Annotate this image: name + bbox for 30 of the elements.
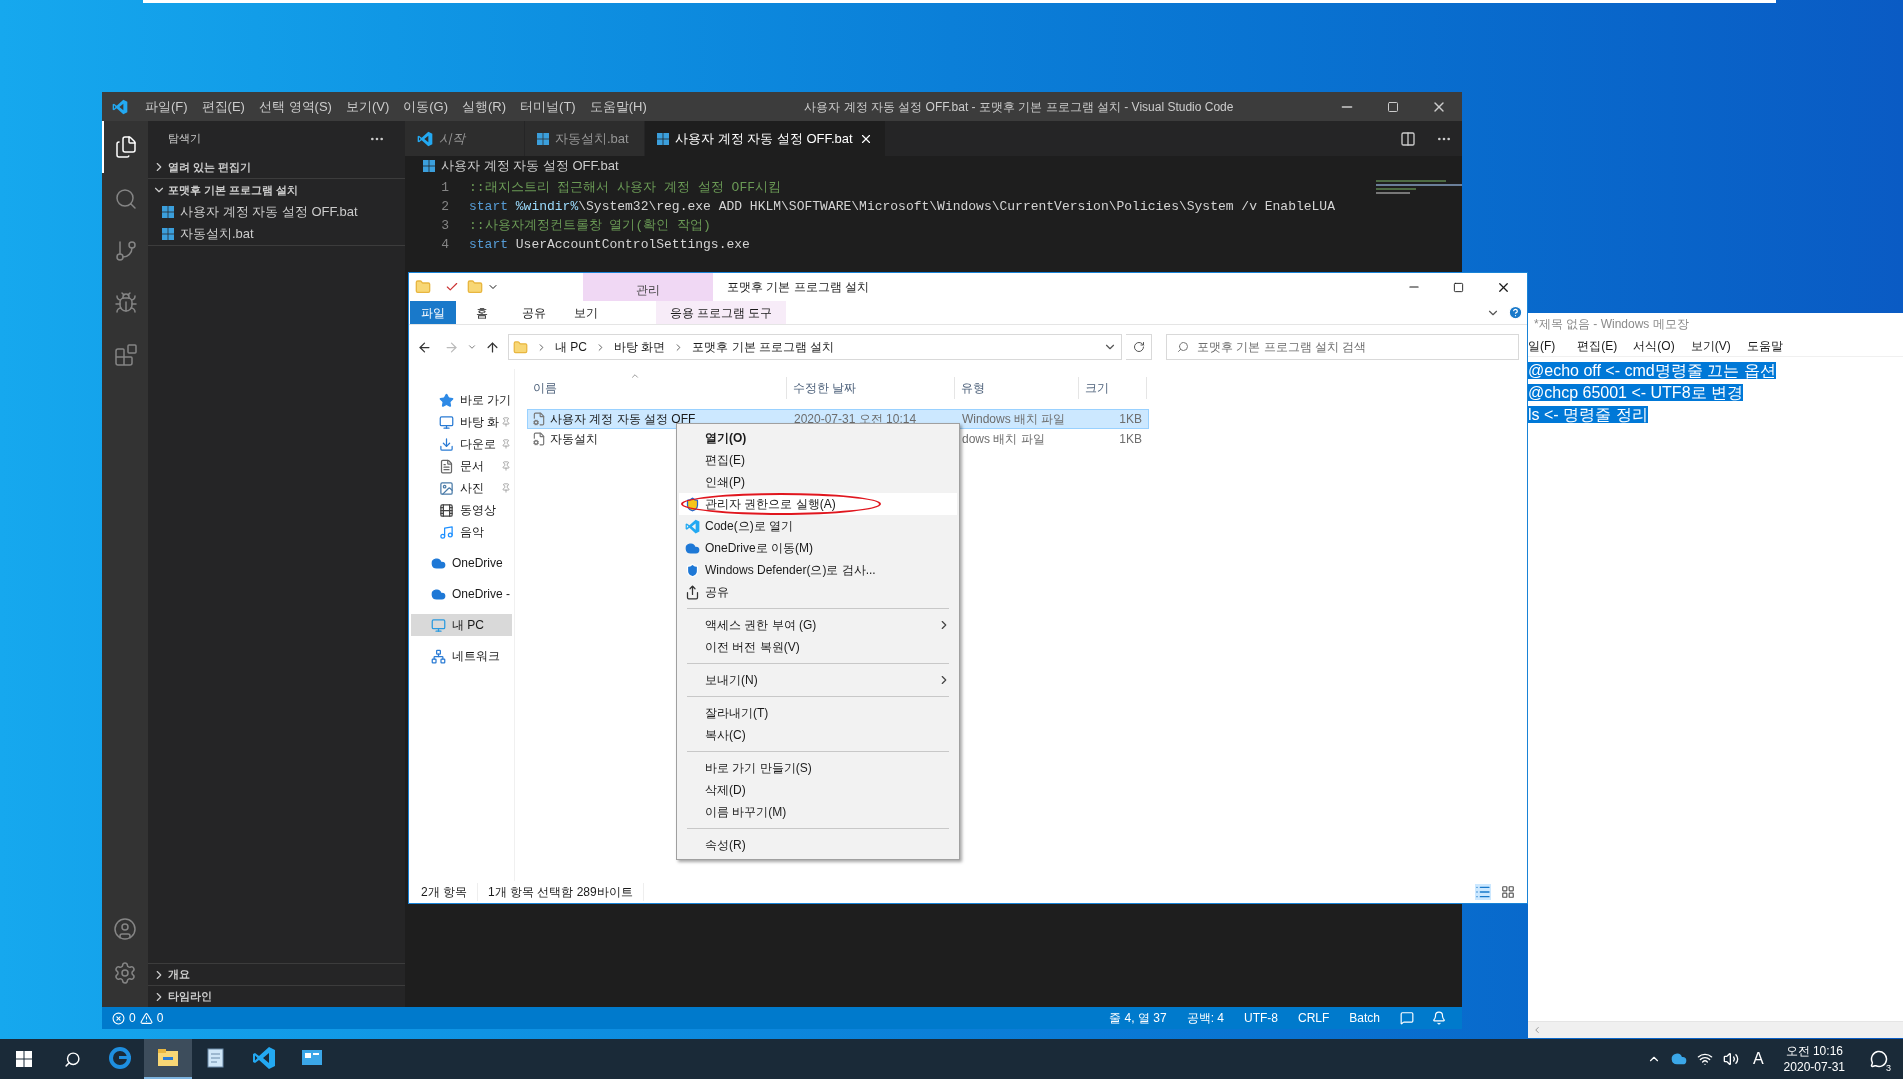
file-date: 2020-07-31 오전 10:14 (793, 411, 918, 428)
line-number: 4 (440, 235, 450, 254)
window-title: *제목 없음 - Windows 메모장 (1533, 316, 1690, 333)
section-title: 열려 있는 편집기 (168, 159, 252, 175)
status-text: 1개 항목 선택함 289바이트 (488, 883, 644, 901)
file-name: 사용자 계정 자동 설정 OFF (550, 411, 696, 428)
context-group-label: 관리 (583, 273, 713, 301)
code-line: start UserAccountControlSettings.exe (469, 235, 750, 254)
code-line: ::래지스트리 접근해서 사용자 계정 설정 OFF시킴 (469, 178, 781, 197)
tab-label: 자동설치.bat (555, 129, 629, 148)
window-title: 포맷후 기본 프로그램 설치 (727, 279, 869, 296)
line-number: 1 (440, 178, 450, 197)
notification-count: 3 (1886, 1064, 1891, 1073)
file-name: 자동설치 (550, 431, 598, 448)
tab-label: 시작 (439, 129, 465, 148)
status-text: 2개 항목 (421, 883, 478, 901)
file-type: dows 배치 파일 (961, 431, 1046, 448)
tab-label: 사용자 계정 자동 설정 OFF.bat (675, 129, 853, 148)
file-type: Windows 배치 파일 (961, 411, 1067, 428)
code-line: start %windir%\System32\reg.exe ADD HKLM\SOFTWARE\Microsoft\Windows\CurrentVersion\Policies\System /v EnableLUA (469, 197, 1335, 216)
sidebar-title: 탐색기 (168, 131, 201, 147)
file-size: 1KB (1118, 431, 1143, 448)
window-title: 사용자 계정 자동 설정 OFF.bat - 포맷후 기본 프로그램 설치 - Visual Studio Code (803, 98, 1235, 116)
line-number: 2 (440, 197, 450, 216)
section-title: 타임라인 (168, 989, 212, 1005)
section-title: 포맷후 기본 프로그램 설치 (168, 182, 299, 198)
line-number: 3 (440, 216, 450, 235)
section-title: 개요 (168, 967, 190, 983)
file-size: 1KB (1118, 411, 1143, 428)
code-line: ::사용자계정컨트롤창 열기(확인 작업) (469, 216, 711, 235)
